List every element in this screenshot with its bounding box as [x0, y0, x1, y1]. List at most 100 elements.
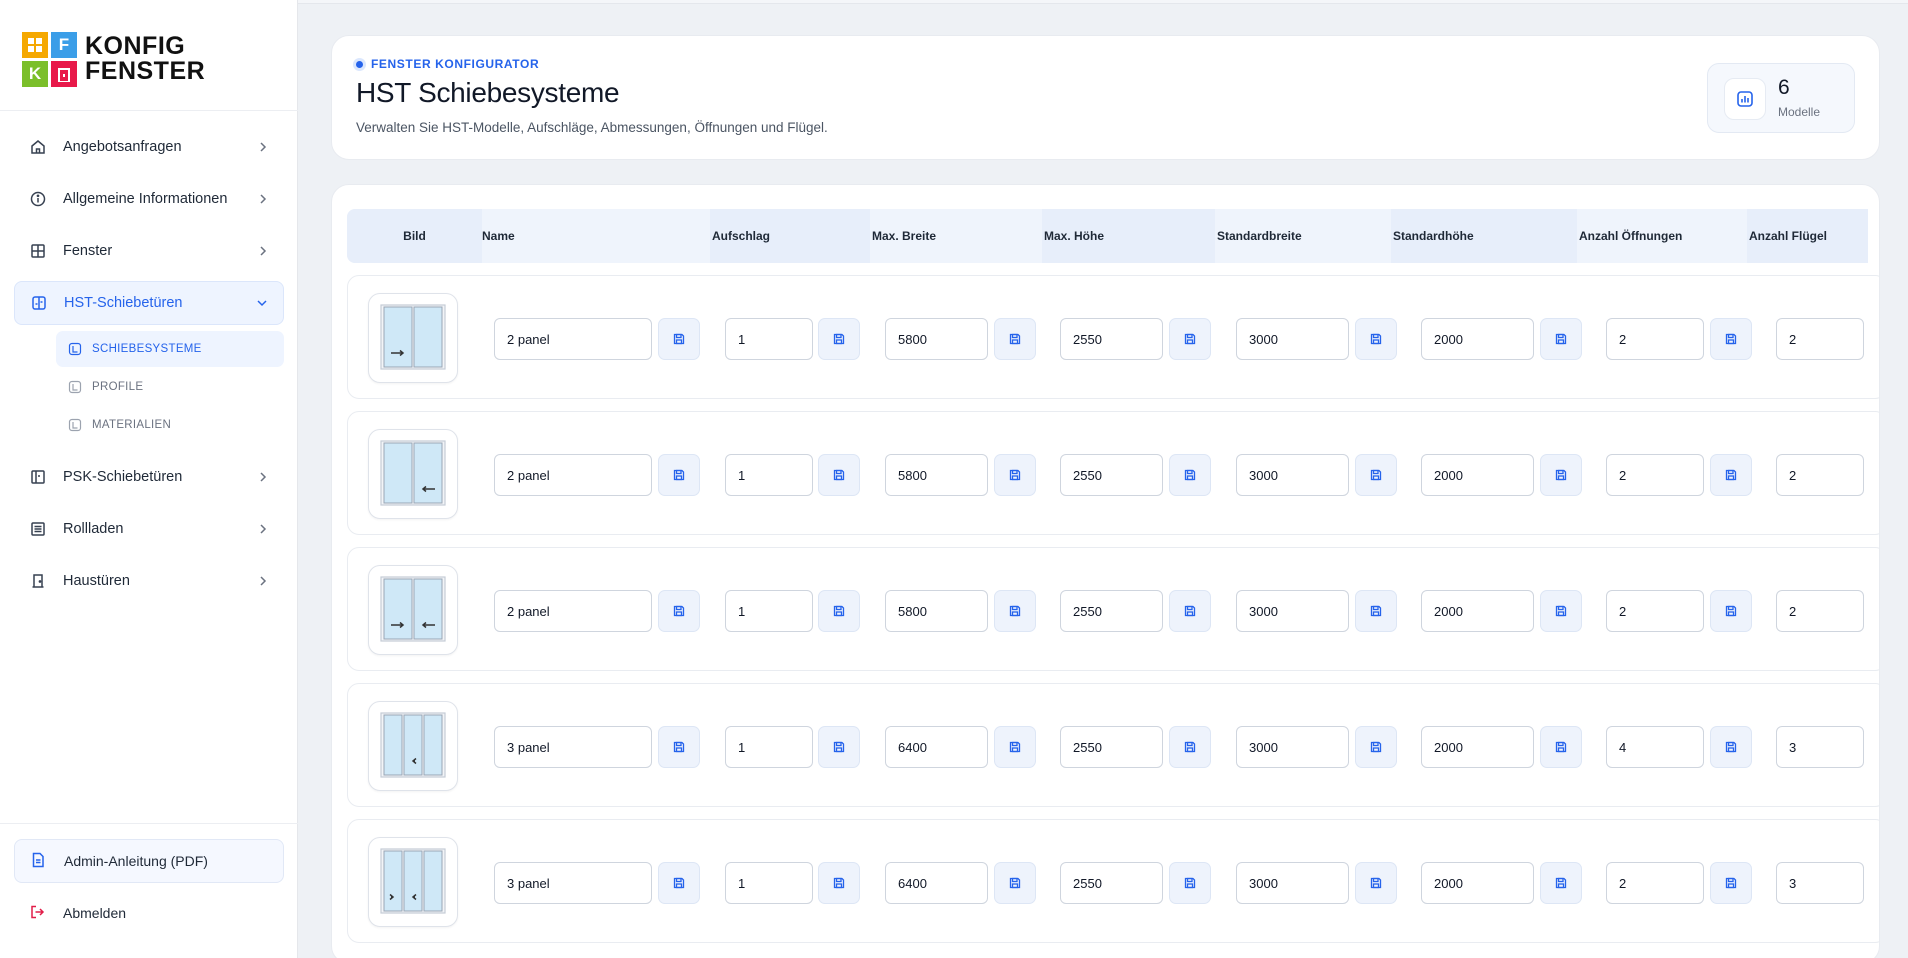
fluegel-input[interactable]: [1776, 318, 1864, 360]
std-breite-input[interactable]: [1236, 318, 1349, 360]
name-input[interactable]: [494, 862, 652, 904]
sidebar-item-rollladen[interactable]: Rollladen: [14, 507, 284, 551]
std-hoehe-input[interactable]: [1421, 862, 1534, 904]
aufschlag-input[interactable]: [725, 590, 813, 632]
dot-icon: [356, 60, 363, 68]
save-std-breite-button[interactable]: [1355, 862, 1397, 904]
save-name-button[interactable]: [658, 862, 700, 904]
save-max-hoehe-button[interactable]: [1169, 726, 1211, 768]
subnav-icon: [68, 380, 82, 394]
fluegel-input[interactable]: [1776, 726, 1864, 768]
fluegel-input[interactable]: [1776, 590, 1864, 632]
aufschlag-input[interactable]: [725, 862, 813, 904]
name-input[interactable]: [494, 454, 652, 496]
std-breite-input[interactable]: [1236, 454, 1349, 496]
max-hoehe-input[interactable]: [1060, 590, 1163, 632]
fluegel-input[interactable]: [1776, 862, 1864, 904]
save-name-button[interactable]: [658, 454, 700, 496]
std-hoehe-input[interactable]: [1421, 726, 1534, 768]
oeffnungen-input[interactable]: [1606, 726, 1704, 768]
save-name-button[interactable]: [658, 590, 700, 632]
save-std-hoehe-button[interactable]: [1540, 726, 1582, 768]
max-breite-input[interactable]: [885, 862, 988, 904]
save-max-hoehe-button[interactable]: [1169, 862, 1211, 904]
name-input[interactable]: [494, 318, 652, 360]
save-max-breite-button[interactable]: [994, 590, 1036, 632]
sidebar-item-psk-schiebetueren[interactable]: PSK-Schiebetüren: [14, 455, 284, 499]
save-aufschlag-button[interactable]: [818, 318, 860, 360]
save-max-breite-button[interactable]: [994, 862, 1036, 904]
max-breite-input[interactable]: [885, 318, 988, 360]
save-name-button[interactable]: [658, 318, 700, 360]
oeffnungen-input[interactable]: [1606, 862, 1704, 904]
logo-cell-grid: [22, 31, 48, 58]
max-breite-input[interactable]: [885, 590, 988, 632]
sidebar-item-haustueren[interactable]: Haustüren: [14, 559, 284, 603]
name-input[interactable]: [494, 590, 652, 632]
subnav-item-profile[interactable]: PROFILE: [56, 369, 284, 405]
std-hoehe-input[interactable]: [1421, 318, 1534, 360]
save-max-breite-button[interactable]: [994, 726, 1036, 768]
save-std-breite-button[interactable]: [1355, 454, 1397, 496]
home-icon: [29, 138, 47, 156]
std-hoehe-input[interactable]: [1421, 454, 1534, 496]
save-icon: [1009, 333, 1021, 345]
oeffnungen-input[interactable]: [1606, 454, 1704, 496]
save-std-hoehe-button[interactable]: [1540, 318, 1582, 360]
save-std-breite-button[interactable]: [1355, 590, 1397, 632]
aufschlag-input[interactable]: [725, 726, 813, 768]
sidebar-item-fenster[interactable]: Fenster: [14, 229, 284, 273]
subnav-item-schiebesysteme[interactable]: SCHIEBESYSTEME: [56, 331, 284, 367]
save-max-hoehe-button[interactable]: [1169, 590, 1211, 632]
max-breite-input[interactable]: [885, 726, 988, 768]
save-name-button[interactable]: [658, 726, 700, 768]
max-hoehe-input[interactable]: [1060, 454, 1163, 496]
model-image[interactable]: [368, 429, 458, 519]
oeffnungen-input[interactable]: [1606, 318, 1704, 360]
save-oeffnungen-button[interactable]: [1710, 590, 1752, 632]
save-max-hoehe-button[interactable]: [1169, 454, 1211, 496]
save-max-breite-button[interactable]: [994, 318, 1036, 360]
save-std-breite-button[interactable]: [1355, 726, 1397, 768]
sidebar-item-angebotsanfragen[interactable]: Angebotsanfragen: [14, 125, 284, 169]
save-std-hoehe-button[interactable]: [1540, 590, 1582, 632]
save-oeffnungen-button[interactable]: [1710, 454, 1752, 496]
save-aufschlag-button[interactable]: [818, 454, 860, 496]
save-icon: [1009, 877, 1021, 889]
save-std-hoehe-button[interactable]: [1540, 862, 1582, 904]
save-oeffnungen-button[interactable]: [1710, 726, 1752, 768]
std-breite-input[interactable]: [1236, 726, 1349, 768]
save-max-breite-button[interactable]: [994, 454, 1036, 496]
save-aufschlag-button[interactable]: [818, 862, 860, 904]
oeffnungen-input[interactable]: [1606, 590, 1704, 632]
subnav-item-materialien[interactable]: MATERIALIEN: [56, 407, 284, 443]
save-std-breite-button[interactable]: [1355, 318, 1397, 360]
page-title: HST Schiebesysteme: [356, 77, 620, 108]
save-max-hoehe-button[interactable]: [1169, 318, 1211, 360]
name-input[interactable]: [494, 726, 652, 768]
aufschlag-input[interactable]: [725, 318, 813, 360]
save-oeffnungen-button[interactable]: [1710, 318, 1752, 360]
fluegel-input[interactable]: [1776, 454, 1864, 496]
std-breite-input[interactable]: [1236, 590, 1349, 632]
save-aufschlag-button[interactable]: [818, 590, 860, 632]
max-hoehe-input[interactable]: [1060, 862, 1163, 904]
max-hoehe-input[interactable]: [1060, 726, 1163, 768]
save-oeffnungen-button[interactable]: [1710, 862, 1752, 904]
save-std-hoehe-button[interactable]: [1540, 454, 1582, 496]
model-image[interactable]: [368, 701, 458, 791]
sidebar-item-hst-schiebetueren[interactable]: HST-Schiebetüren: [14, 281, 284, 325]
logo[interactable]: F K KONFIG FENSTER: [22, 30, 205, 88]
std-hoehe-input[interactable]: [1421, 590, 1534, 632]
admin-guide-button[interactable]: Admin-Anleitung (PDF): [14, 839, 284, 883]
model-image[interactable]: [368, 293, 458, 383]
std-breite-input[interactable]: [1236, 862, 1349, 904]
model-image[interactable]: [368, 565, 458, 655]
aufschlag-input[interactable]: [725, 454, 813, 496]
save-aufschlag-button[interactable]: [818, 726, 860, 768]
sidebar-item-allgemeine-informationen[interactable]: Allgemeine Informationen: [14, 177, 284, 221]
model-image[interactable]: [368, 837, 458, 927]
logout-button[interactable]: Abmelden: [14, 893, 284, 933]
max-hoehe-input[interactable]: [1060, 318, 1163, 360]
max-breite-input[interactable]: [885, 454, 988, 496]
